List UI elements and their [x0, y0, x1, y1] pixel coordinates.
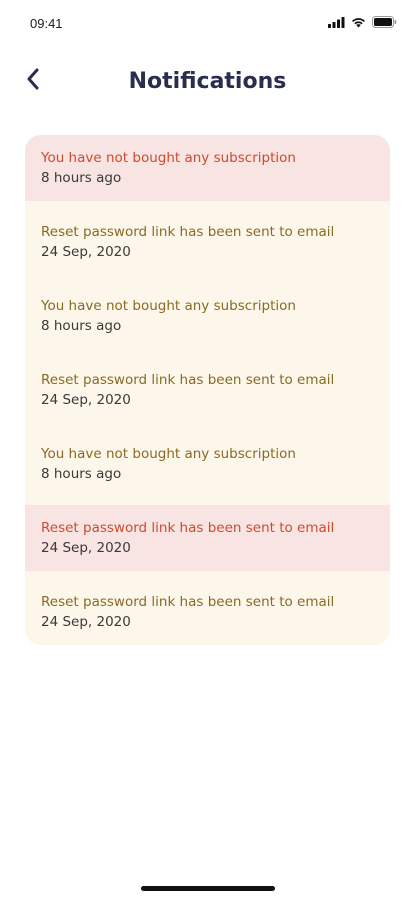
notification-message: Reset password link has been sent to ema… [41, 594, 335, 610]
notification-item[interactable]: You have not bought any subscription 8 h… [25, 283, 390, 349]
notification-list: You have not bought any subscription 8 h… [25, 135, 390, 645]
notification-time: 24 Sep, 2020 [41, 392, 131, 408]
notification-time: 8 hours ago [41, 318, 122, 334]
notification-message: You have not bought any subscription [41, 150, 296, 166]
signal-icon [328, 16, 345, 28]
notification-item[interactable]: Reset password link has been sent to ema… [25, 209, 390, 275]
status-icons [328, 16, 397, 28]
notification-item[interactable]: Reset password link has been sent to ema… [25, 579, 390, 645]
wifi-icon [351, 17, 366, 28]
notification-item[interactable]: You have not bought any subscription 8 h… [25, 431, 390, 497]
status-bar: 09:41 [0, 0, 415, 50]
notification-time: 24 Sep, 2020 [41, 614, 131, 630]
status-time: 09:41 [30, 16, 63, 31]
notification-message: Reset password link has been sent to ema… [41, 372, 335, 388]
notification-item[interactable]: Reset password link has been sent to ema… [25, 357, 390, 423]
notification-message: Reset password link has been sent to ema… [41, 520, 335, 536]
notification-time: 24 Sep, 2020 [41, 244, 131, 260]
notification-message: Reset password link has been sent to ema… [41, 224, 335, 240]
page-title: Notifications [128, 69, 287, 94]
notification-time: 8 hours ago [41, 170, 122, 186]
notification-message: You have not bought any subscription [41, 446, 296, 462]
home-indicator [141, 886, 275, 891]
notification-item[interactable]: Reset password link has been sent to ema… [25, 505, 390, 571]
notification-time: 8 hours ago [41, 466, 122, 482]
notification-time: 24 Sep, 2020 [41, 540, 131, 556]
header: Notifications [0, 60, 415, 110]
notification-item[interactable]: You have not bought any subscription 8 h… [25, 135, 390, 201]
notification-message: You have not bought any subscription [41, 298, 296, 314]
battery-icon [372, 16, 397, 28]
